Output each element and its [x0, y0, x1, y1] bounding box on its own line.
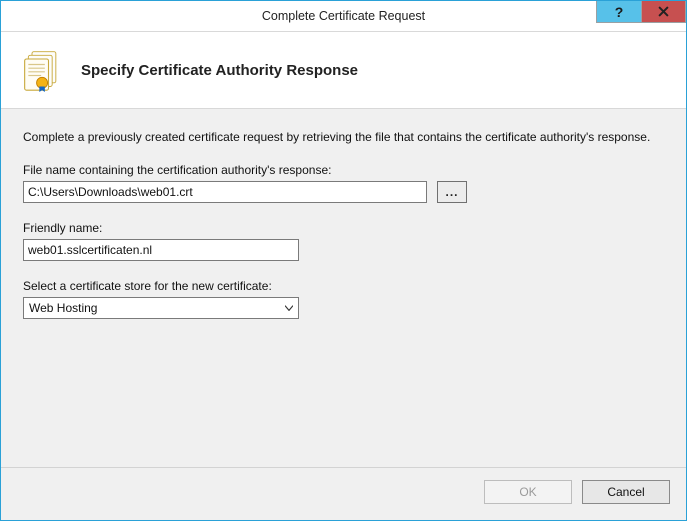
file-row: ... — [23, 181, 664, 203]
help-icon: ? — [615, 4, 624, 20]
browse-button[interactable]: ... — [437, 181, 467, 203]
file-label: File name containing the certification a… — [23, 163, 664, 177]
dialog-body: Complete a previously created certificat… — [1, 109, 686, 467]
friendly-name-label: Friendly name: — [23, 221, 664, 235]
ok-button: OK — [484, 480, 572, 504]
cancel-button[interactable]: Cancel — [582, 480, 670, 504]
window-title: Complete Certificate Request — [1, 1, 686, 31]
dialog-footer: OK Cancel — [1, 468, 686, 520]
friendly-name-row — [23, 239, 664, 261]
dialog-header: Specify Certificate Authority Response — [1, 32, 686, 109]
store-row: Web Hosting — [23, 297, 664, 319]
titlebar: Complete Certificate Request ? — [1, 1, 686, 32]
dialog-window: Complete Certificate Request ? — [0, 0, 687, 521]
description-text: Complete a previously created certificat… — [23, 129, 663, 145]
close-icon — [658, 4, 669, 20]
store-label: Select a certificate store for the new c… — [23, 279, 664, 293]
close-button[interactable] — [641, 1, 686, 23]
certificate-icon — [19, 46, 67, 94]
help-button[interactable]: ? — [596, 1, 641, 23]
certificate-store-value: Web Hosting — [23, 297, 299, 319]
friendly-name-input[interactable] — [23, 239, 299, 261]
certificate-store-select[interactable]: Web Hosting — [23, 297, 299, 319]
chevron-down-icon — [280, 298, 298, 318]
file-input[interactable] — [23, 181, 427, 203]
dialog-heading: Specify Certificate Authority Response — [81, 62, 358, 79]
